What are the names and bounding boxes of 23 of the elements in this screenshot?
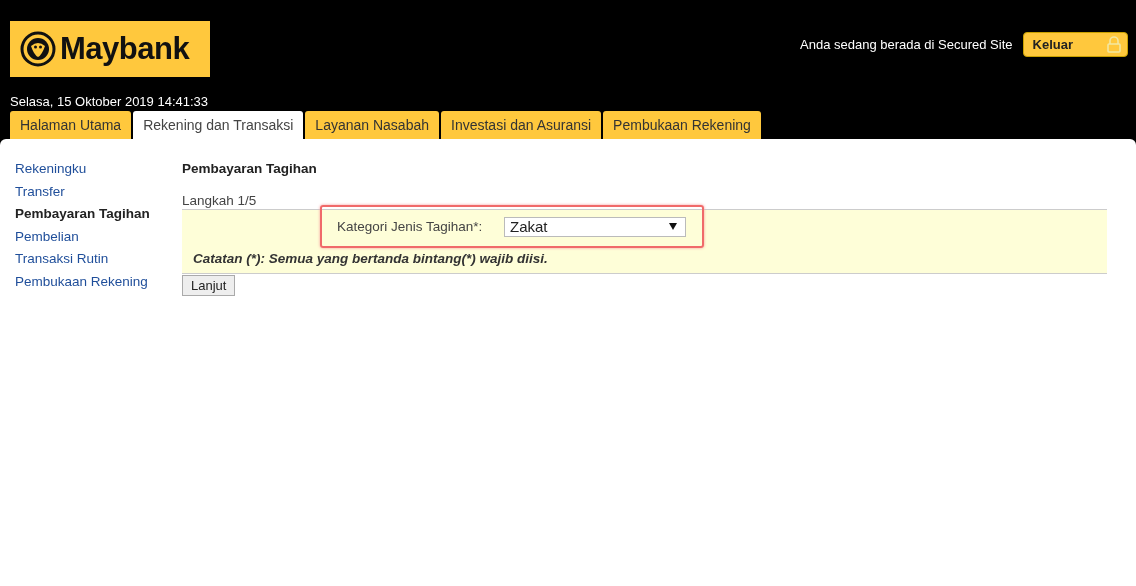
nav-tab[interactable]: Investasi dan Asuransi xyxy=(441,111,602,139)
secure-site-notice: Anda sedang berada di Secured Site xyxy=(800,37,1013,52)
sidebar-link[interactable]: Pembukaan Rekening xyxy=(15,273,182,297)
bank-logo: Maybank xyxy=(10,21,210,77)
dropdown-arrow-icon xyxy=(669,223,677,230)
field-label: Kategori Jenis Tagihan*: xyxy=(337,219,484,234)
sidebar-link[interactable]: Transfer xyxy=(15,183,182,207)
step-indicator: Langkah 1/5 xyxy=(182,193,257,208)
required-note: Catatan (*): Semua yang bertanda bintang(*) wajib diisi. xyxy=(193,251,549,266)
next-button[interactable]: Lanjut xyxy=(182,275,236,296)
nav-tab[interactable]: Rekening dan Transaksi xyxy=(133,111,304,139)
sidebar-link[interactable]: Transaksi Rutin xyxy=(15,251,182,274)
category-dropdown[interactable]: Zakat xyxy=(504,216,686,237)
page-title: Pembayaran Tagihan xyxy=(182,161,317,176)
date-time: Selasa, 15 Oktober 2019 14:41:33 xyxy=(10,94,210,109)
sidebar-link[interactable]: Pembayaran Tagihan xyxy=(15,206,182,229)
nav-tab[interactable]: Pembukaan Rekening xyxy=(603,111,761,139)
padlock-icon xyxy=(1107,36,1121,53)
nav-tab[interactable]: Layanan Nasabah xyxy=(305,111,439,139)
logout-button[interactable]: Keluar xyxy=(1022,32,1128,57)
sidebar-link[interactable]: Pembelian xyxy=(15,228,182,252)
sidebar-link[interactable]: Rekeningku xyxy=(15,161,182,184)
nav-tab[interactable]: Halaman Utama xyxy=(10,111,132,139)
